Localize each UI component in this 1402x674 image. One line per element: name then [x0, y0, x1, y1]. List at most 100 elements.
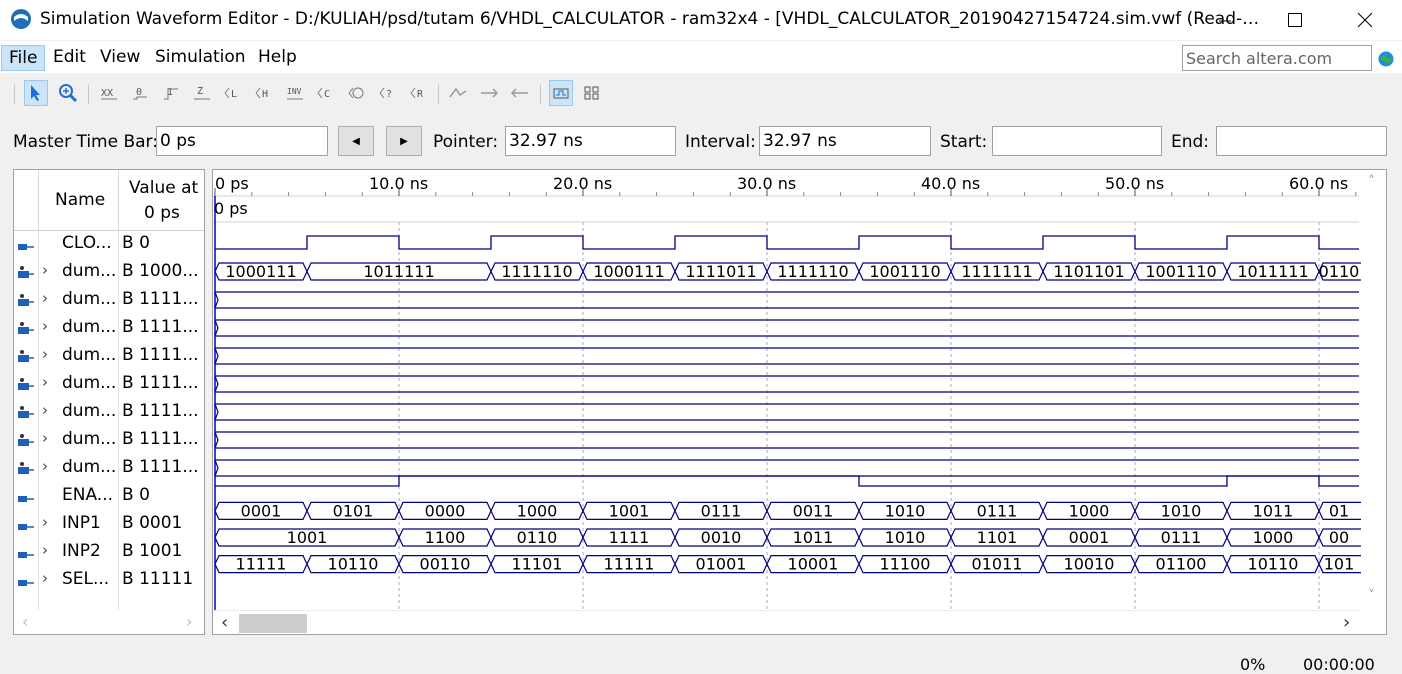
stretch-button[interactable] [477, 80, 501, 106]
waveform-view-button[interactable] [549, 80, 573, 106]
expand-chevron-icon[interactable]: › [42, 261, 48, 279]
output-pin-icon [18, 350, 34, 362]
expand-chevron-icon[interactable]: › [42, 345, 48, 363]
signal-row[interactable]: › dum... B 1111... [14, 370, 204, 398]
maximize-button[interactable] [1272, 0, 1318, 40]
triangle-left-icon: ◀ [352, 135, 360, 147]
bus-row1-value: 1111011 [685, 262, 756, 281]
expand-chevron-icon[interactable]: › [42, 373, 48, 391]
signal-row[interactable]: › INP1 B 0001 [14, 510, 204, 538]
flat-bus-waveform [214, 431, 1359, 449]
previous-transition-button[interactable]: ◀ [338, 126, 374, 156]
shrink-button[interactable] [508, 80, 532, 106]
bus-row1-value: 1011111 [1237, 262, 1308, 281]
signal-row[interactable]: › dum... B 1111... [14, 398, 204, 426]
signal-value: B 1000... [122, 261, 199, 281]
signal-row[interactable]: ENA... B 0 [14, 482, 204, 510]
clock-button[interactable] [345, 80, 369, 106]
grid-view-button[interactable] [580, 80, 604, 106]
waveform-horizontal-scrollbar[interactable]: ‹ › [213, 610, 1361, 634]
signal-name: dum... [62, 373, 117, 393]
signal-row[interactable]: › SEL... B 11111 [14, 566, 204, 594]
svg-text:XX: XX [101, 88, 113, 99]
signal-row[interactable]: › INP2 B 1001 [14, 538, 204, 566]
signal-row[interactable]: › dum... B 1111... [14, 342, 204, 370]
arbitrary-value-button[interactable]: ? [376, 80, 400, 106]
signal-list-scrollbar[interactable]: ‹ › [14, 610, 204, 634]
scrollbar-thumb[interactable] [239, 614, 307, 633]
menu-file[interactable]: File [1, 45, 46, 71]
zoom-tool-button[interactable] [56, 80, 80, 106]
globe-icon[interactable] [1378, 51, 1394, 67]
menu-edit[interactable]: Edit [46, 45, 93, 69]
signal-value: B 1111... [122, 429, 199, 449]
maximize-icon [1288, 13, 1302, 27]
waveform-canvas[interactable]: 0 ps 10.0 ns 20.0 ns 30.0 ns 40.0 ns 50.0 ns 6… [213, 170, 1386, 634]
bus-row1-value: 1111111 [961, 262, 1032, 281]
signal-row[interactable]: › dum... B 1111... [14, 426, 204, 454]
signal-row[interactable]: CLO... B 0 [14, 230, 204, 258]
bus-inp-a-value: 1000 [517, 501, 558, 520]
count-value-button[interactable]: C [314, 80, 338, 106]
high-impedance-button[interactable]: Z [190, 80, 214, 106]
waveform-vertical-scrollbar[interactable]: ˄ ˅ [1361, 170, 1386, 610]
end-label: End: [1171, 132, 1210, 152]
snap-to-grid-button[interactable] [446, 80, 470, 106]
expand-chevron-icon[interactable]: › [42, 317, 48, 335]
expand-chevron-icon[interactable]: › [42, 429, 48, 447]
signal-row[interactable]: › dum... B 1111... [14, 454, 204, 482]
scroll-up-icon[interactable]: ˄ [1368, 174, 1375, 190]
next-transition-button[interactable]: ▶ [386, 126, 422, 156]
weak-high-icon: H [255, 87, 268, 100]
scroll-down-icon[interactable]: ˅ [1368, 588, 1375, 604]
signal-row[interactable]: › dum... B 1111... [14, 286, 204, 314]
menu-view[interactable]: View [93, 45, 147, 69]
expand-chevron-icon[interactable]: › [42, 541, 48, 559]
expand-chevron-icon[interactable]: › [42, 457, 48, 475]
count-value-icon: C [317, 87, 330, 100]
name-column-header[interactable]: Name [55, 190, 105, 210]
force-low-button[interactable]: 0 [128, 80, 152, 106]
minimize-button[interactable] [1202, 0, 1248, 40]
svg-text:L: L [231, 89, 237, 100]
bus-sel-value: 101 [1324, 555, 1355, 574]
menu-help[interactable]: Help [251, 45, 304, 69]
expand-chevron-icon[interactable]: › [42, 569, 48, 587]
weak-high-button[interactable]: H [252, 80, 276, 106]
expand-chevron-icon[interactable]: › [42, 513, 48, 531]
expand-chevron-icon[interactable]: › [42, 289, 48, 307]
master-time-bar-input[interactable]: 0 ps [156, 126, 328, 156]
scroll-right-icon[interactable]: › [186, 612, 192, 631]
close-button[interactable] [1342, 0, 1388, 40]
value-column-header[interactable]: Value at [129, 178, 198, 198]
search-input[interactable]: Search altera.com [1182, 45, 1372, 71]
expand-chevron-icon[interactable]: › [42, 401, 48, 419]
input-pin-icon [18, 244, 34, 250]
arbitrary-value-icon: ? [379, 87, 392, 100]
uninitialized-button[interactable]: XX [97, 80, 121, 106]
scroll-right-icon[interactable]: › [1343, 612, 1350, 633]
menu-simulation[interactable]: Simulation [148, 45, 253, 69]
signal-value: B 0001 [122, 513, 183, 533]
random-value-button[interactable]: R [407, 80, 431, 106]
ruler-tick-label: 60.0 ns [1289, 174, 1348, 193]
signal-row[interactable]: › dum... B 1000... [14, 258, 204, 286]
svg-text:R: R [417, 89, 424, 100]
signal-name: dum... [62, 429, 117, 449]
svg-text:INV: INV [287, 87, 302, 96]
scroll-left-icon[interactable]: ‹ [22, 612, 28, 631]
signal-row[interactable]: › dum... B 1111... [14, 314, 204, 342]
bus-inp-b-value: 1010 [885, 528, 926, 547]
input-pin-icon [18, 524, 34, 530]
weak-low-button[interactable]: L [221, 80, 245, 106]
bus-inp-a-value: 0101 [333, 501, 374, 520]
flat-bus-waveform [214, 403, 1359, 421]
scroll-left-icon[interactable]: ‹ [221, 612, 228, 633]
signal-value: B 1111... [122, 317, 199, 337]
force-high-button[interactable]: 1 [159, 80, 183, 106]
selection-tool-button[interactable] [24, 80, 48, 106]
progress-status: 0% [1240, 655, 1266, 674]
flat-bus-waveform [214, 459, 1359, 477]
invert-button[interactable]: INV [283, 80, 307, 106]
bus-sel-value: 01001 [696, 555, 747, 574]
